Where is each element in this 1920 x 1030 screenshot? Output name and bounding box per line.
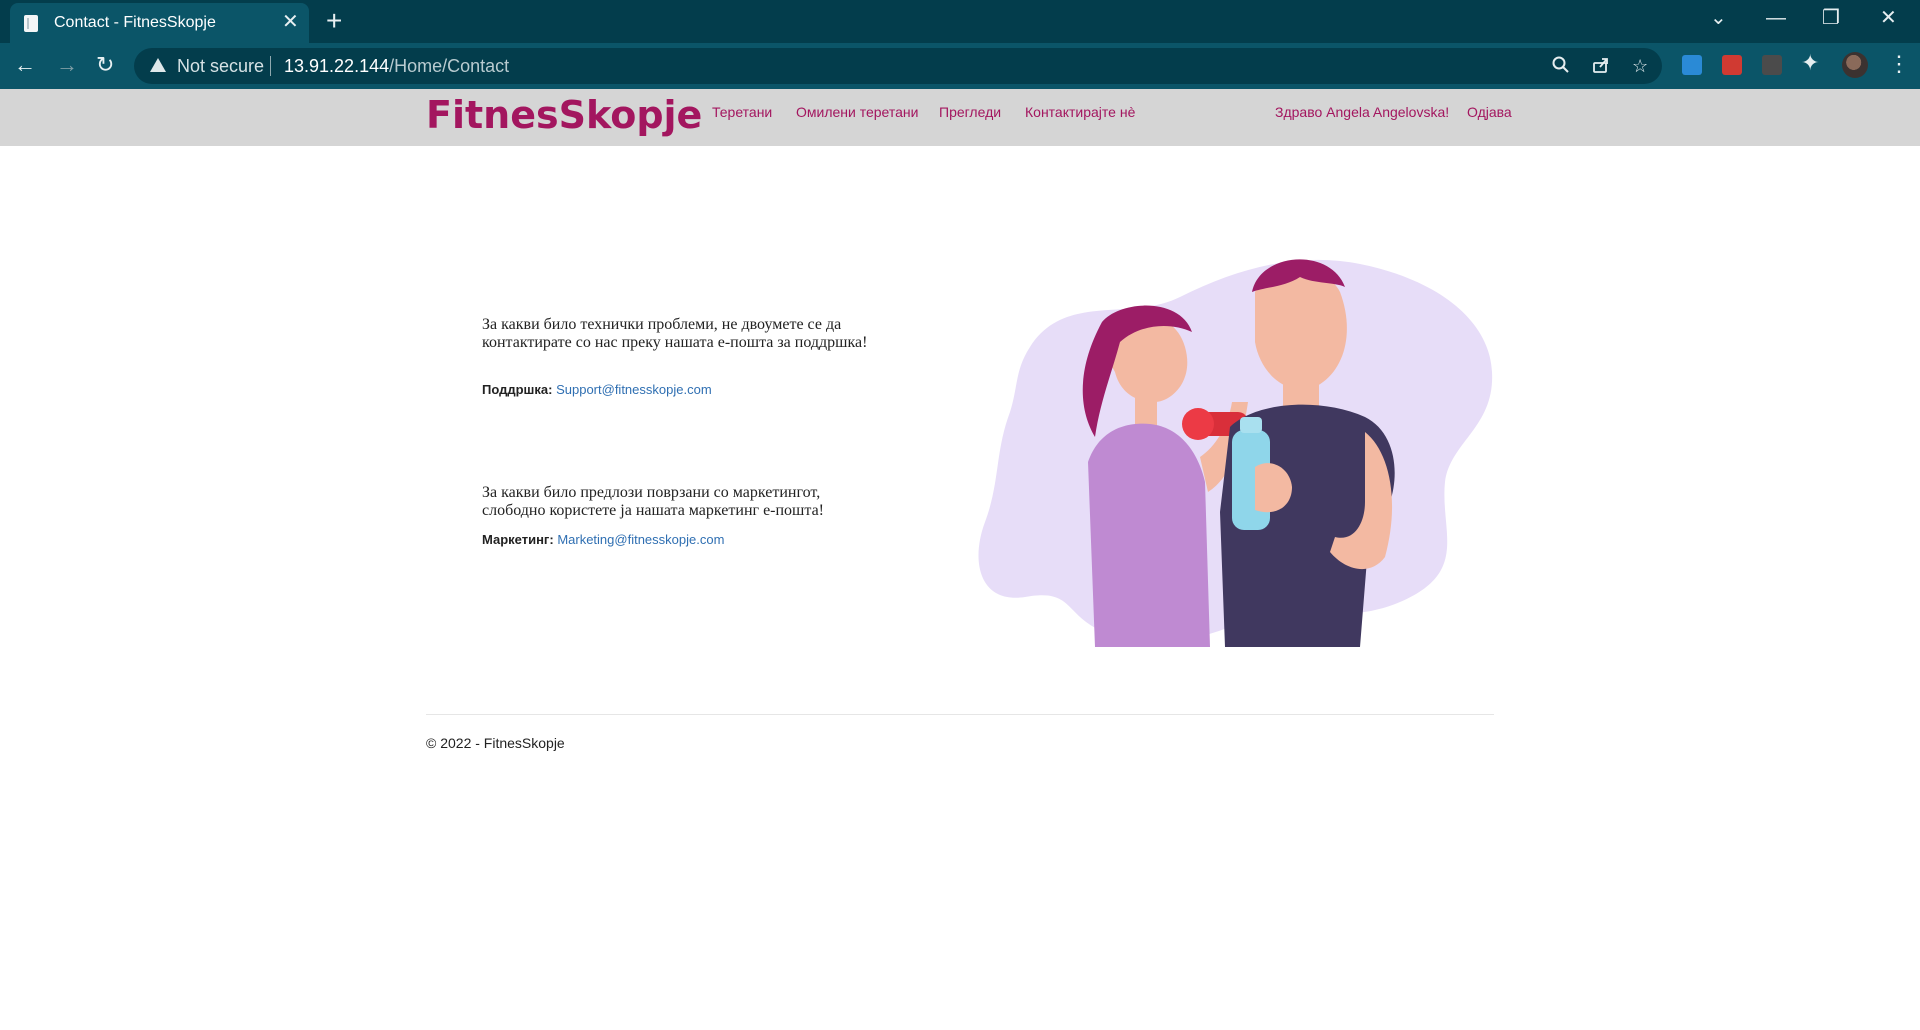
tab-close-icon[interactable]: ✕ — [282, 11, 299, 33]
nav-favorite-gyms[interactable]: Омилени теретани — [796, 104, 918, 120]
footer-copyright: © 2022 - FitnesSkopje — [426, 735, 565, 751]
extension-bookmark-icon[interactable] — [1722, 55, 1742, 75]
forward-icon[interactable]: → — [56, 52, 78, 78]
page-favicon-icon — [24, 15, 38, 32]
tab-title: Contact - FitnesSkopje — [54, 14, 216, 31]
browser-tab[interactable]: Contact - FitnesSkopje ✕ — [10, 3, 309, 43]
site-navbar: FitnesSkopje Теретани Омилени теретани П… — [0, 89, 1920, 146]
nav-contact[interactable]: Контактирајте нè — [1025, 104, 1135, 120]
browser-tab-bar: Contact - FitnesSkopje ✕ + ⌄ — ❐ ✕ — [0, 0, 1920, 43]
url-text[interactable]: 13.91.22.144/Home/Contact — [284, 56, 509, 77]
user-greeting[interactable]: Здраво Angela Angelovska! — [1275, 104, 1449, 120]
browser-toolbar: ← → ↻ Not secure 13.91.22.144/Home/Conta… — [0, 43, 1920, 89]
address-separator — [270, 56, 271, 76]
back-icon[interactable]: ← — [14, 52, 36, 78]
security-label[interactable]: Not secure — [177, 56, 264, 77]
support-label: Поддршка: — [482, 382, 553, 397]
marketing-label: Маркетинг: — [482, 532, 554, 547]
url-host: 13.91.22.144 — [284, 56, 390, 76]
star-icon[interactable]: ☆ — [1632, 56, 1648, 76]
brand-logo[interactable]: FitnesSkopje — [426, 93, 702, 137]
window-close-icon[interactable]: ✕ — [1880, 6, 1897, 30]
extension-window-icon[interactable] — [1682, 55, 1702, 75]
warning-icon — [150, 58, 166, 72]
profile-avatar[interactable] — [1842, 52, 1868, 78]
share-icon[interactable] — [1592, 56, 1610, 78]
new-tab-button[interactable]: + — [326, 7, 342, 35]
restore-icon[interactable]: ❐ — [1822, 6, 1840, 30]
extension-grid-icon[interactable] — [1762, 55, 1782, 75]
menu-icon[interactable]: ⋮ — [1888, 51, 1910, 77]
reload-icon[interactable]: ↻ — [96, 52, 114, 78]
footer-divider — [426, 714, 1494, 715]
fitness-couple-illustration — [978, 259, 1493, 647]
support-description: За какви било технички проблеми, не двоу… — [482, 316, 868, 351]
logout-link[interactable]: Одјава — [1467, 104, 1512, 120]
tab-search-chevron-icon[interactable]: ⌄ — [1710, 6, 1727, 30]
extension-icon[interactable]: ✦ — [1801, 52, 1819, 74]
marketing-email-link[interactable]: Marketing@fitnesskopje.com — [557, 532, 724, 547]
support-contact: Поддршка: Support@fitnesskopje.com — [482, 382, 712, 397]
url-path: /Home/Contact — [389, 56, 510, 76]
nav-reviews[interactable]: Прегледи — [939, 104, 1001, 120]
marketing-description: За какви било предлози поврзани со марке… — [482, 484, 824, 519]
address-bar[interactable]: Not secure 13.91.22.144/Home/Contact ☆ — [134, 48, 1662, 84]
support-email-link[interactable]: Support@fitnesskopje.com — [556, 382, 712, 397]
nav-gyms[interactable]: Теретани — [712, 104, 772, 120]
minimize-icon[interactable]: — — [1766, 6, 1786, 30]
marketing-contact: Маркетинг: Marketing@fitnesskopje.com — [482, 532, 724, 547]
zoom-icon[interactable] — [1552, 56, 1570, 78]
